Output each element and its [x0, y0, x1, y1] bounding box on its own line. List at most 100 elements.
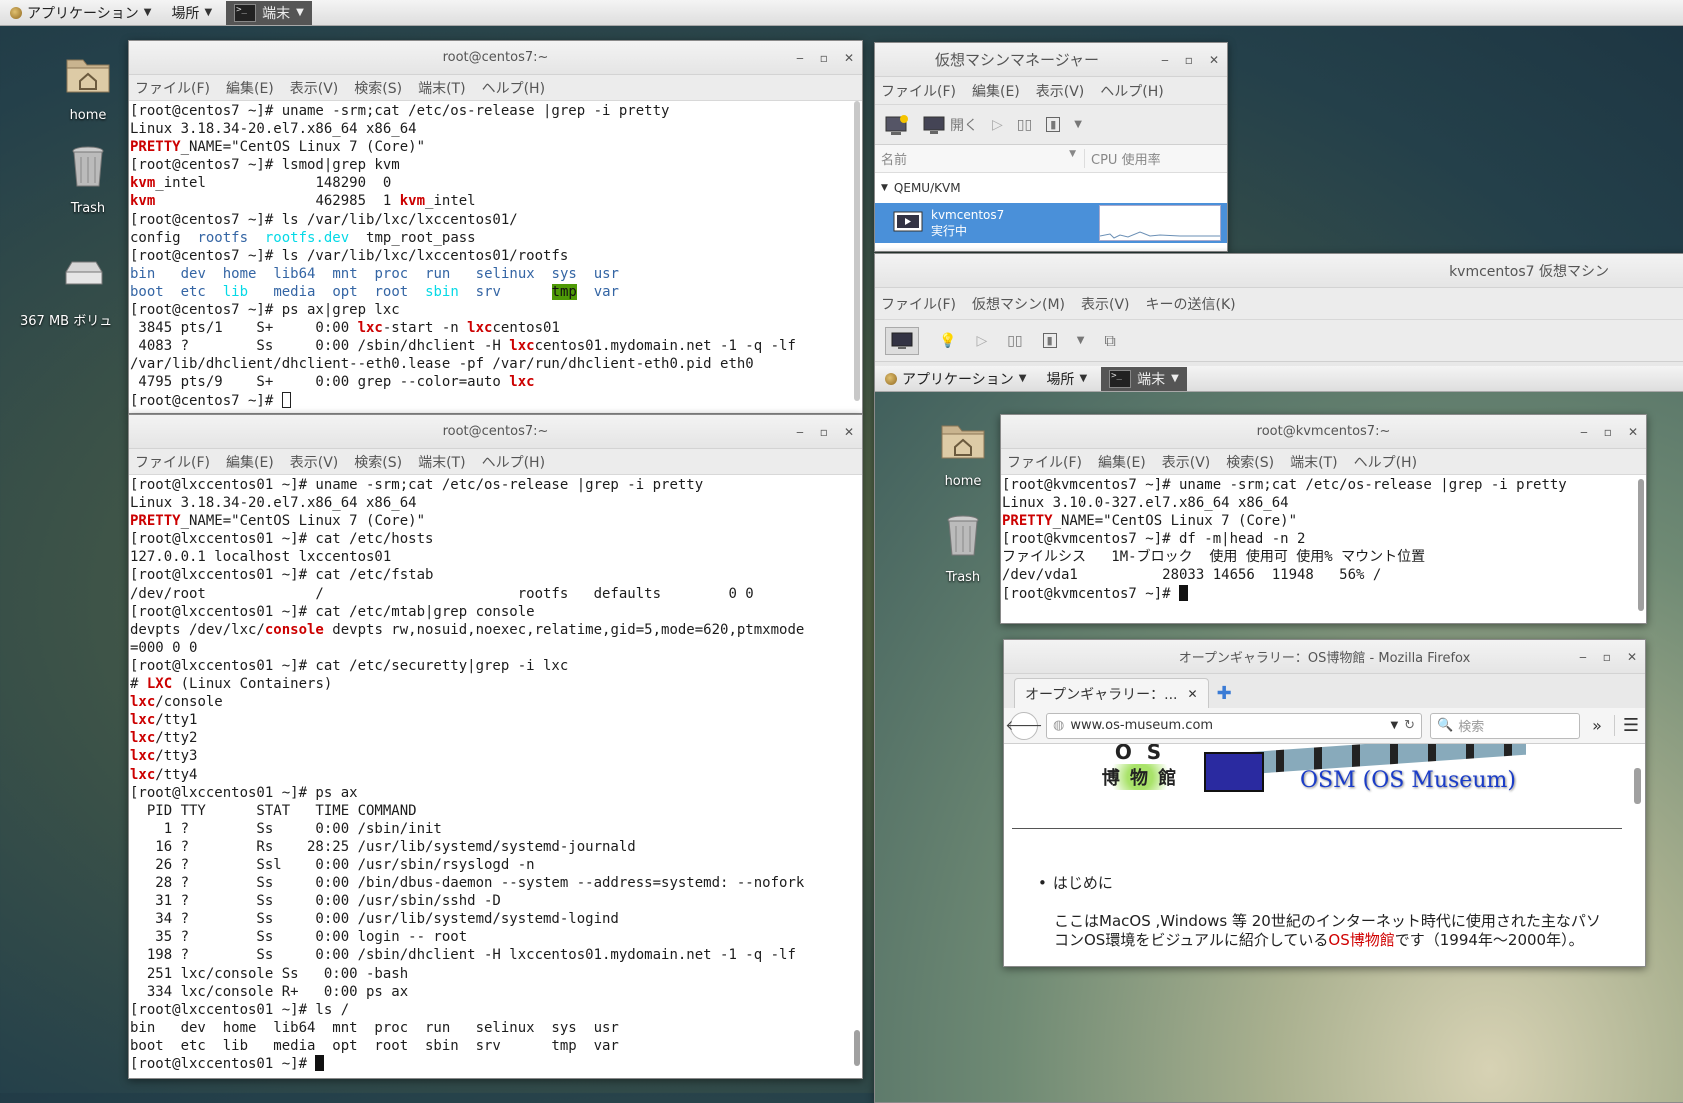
terminal-window-host[interactable]: root@centos7:~ ‒ ▫ ✕ ファイル(F) 編集(E) 表示(V) 検…: [128, 40, 863, 414]
shutdown-button[interactable]: ▮: [1046, 111, 1061, 139]
new-vm-button[interactable]: [885, 111, 909, 139]
back-button[interactable]: 🡐: [1005, 711, 1043, 740]
page-content[interactable]: O S 博 物 館 OSM (OS Museum) • はじめに ここはMacOS…: [1004, 744, 1645, 966]
run-button[interactable]: ▷: [992, 111, 1003, 139]
close-icon[interactable]: ✕: [1627, 650, 1637, 664]
maximize-icon[interactable]: ▫: [820, 425, 828, 439]
menu-sendkey[interactable]: キーの送信(K): [1146, 294, 1236, 314]
menu-edit[interactable]: 編集(E): [226, 452, 274, 472]
fullscreen-button[interactable]: ⧉: [1104, 327, 1115, 355]
titlebar[interactable]: root@centos7:~ ‒ ▫ ✕: [129, 415, 862, 449]
applications-menu[interactable]: アプリケーション ▼: [0, 0, 161, 26]
scrollbar[interactable]: [1638, 479, 1644, 611]
menu-file[interactable]: ファイル(F): [135, 452, 210, 472]
console-button[interactable]: [885, 326, 919, 355]
menu-view[interactable]: 表示(V): [290, 78, 339, 98]
reload-icon[interactable]: ↻: [1404, 718, 1415, 733]
menu-search[interactable]: 検索(S): [1226, 452, 1274, 472]
menu-edit[interactable]: 編集(E): [226, 78, 274, 98]
menu-edit[interactable]: 編集(E): [1098, 452, 1146, 472]
menu-edit[interactable]: 編集(E): [972, 81, 1020, 101]
scrollbar[interactable]: [854, 1030, 860, 1066]
titlebar[interactable]: root@centos7:~ ‒ ▫ ✕: [129, 41, 862, 75]
menu-help[interactable]: ヘルプ(H): [482, 78, 545, 98]
menu-terminal[interactable]: 端末(T): [1290, 452, 1337, 472]
minimize-icon[interactable]: ‒: [1580, 425, 1588, 439]
shutdown-dropdown[interactable]: ▼: [1077, 327, 1085, 355]
desktop-home[interactable]: home: [38, 50, 138, 123]
titlebar[interactable]: kvmcentos7 仮想マシン: [875, 254, 1683, 288]
titlebar[interactable]: オープンギャラリー：OS博物館 - Mozilla Firefox ‒ ▫ ✕: [1004, 640, 1645, 674]
details-button[interactable]: 💡: [939, 327, 956, 355]
col-cpu[interactable]: CPU 使用率: [1085, 149, 1161, 168]
maximize-icon[interactable]: ▫: [1185, 53, 1193, 67]
firefox-window[interactable]: オープンギャラリー：OS博物館 - Mozilla Firefox ‒ ▫ ✕ オー…: [1003, 639, 1646, 967]
menu-help[interactable]: ヘルプ(H): [1100, 81, 1163, 101]
guest-terminal-window[interactable]: root@kvmcentos7:~ ‒ ▫ ✕ ファイル(F) 編集(E) 表示(V…: [1000, 414, 1647, 624]
vm-row[interactable]: kvmcentos7 実行中: [875, 203, 1227, 243]
menu-terminal[interactable]: 端末(T): [418, 78, 465, 98]
menu-vm[interactable]: 仮想マシン(M): [972, 294, 1065, 314]
guest-taskbar-terminal[interactable]: >_ 端末 ▼: [1101, 366, 1187, 391]
desktop-volume[interactable]: 367 MB ボリュ: [20, 252, 128, 329]
overflow-button[interactable]: »: [1588, 716, 1606, 735]
menu-view[interactable]: 表示(V): [290, 452, 339, 472]
guest-desktop[interactable]: アプリケーション ▼ 場所 ▼ >_ 端末 ▼ home Trash root@kvmc…: [875, 366, 1683, 1102]
shutdown-button[interactable]: ▮: [1042, 327, 1057, 355]
col-name[interactable]: 名前 ▼: [875, 149, 1085, 168]
terminal-window-lxc[interactable]: root@centos7:~ ‒ ▫ ✕ ファイル(F) 編集(E) 表示(V) 検…: [128, 414, 863, 1079]
run-button[interactable]: ▷: [976, 327, 987, 355]
guest-desktop-trash[interactable]: Trash: [913, 512, 1013, 585]
hamburger-menu-icon[interactable]: ☰: [1613, 715, 1639, 736]
virt-manager-window[interactable]: 仮想マシンマネージャー ‒ ▫ ✕ ファイル(F) 編集(E) 表示(V) ヘルプ(…: [874, 42, 1228, 252]
vm-viewer-window[interactable]: kvmcentos7 仮想マシン ファイル(F) 仮想マシン(M) 表示(V) …: [874, 253, 1683, 1103]
shutdown-dropdown[interactable]: ▼: [1074, 111, 1082, 139]
url-bar[interactable]: ◍ www.os-museum.com ▼ ↻: [1046, 712, 1423, 739]
close-icon[interactable]: ✕: [1628, 425, 1638, 439]
terminal-output[interactable]: [root@lxccentos01 ~]# uname -srm;cat /et…: [129, 475, 862, 1078]
dropdown-icon[interactable]: ▼: [1390, 720, 1398, 731]
desktop-trash[interactable]: Trash: [38, 143, 138, 216]
menu-search[interactable]: 検索(S): [354, 78, 402, 98]
places-menu[interactable]: 場所 ▼: [161, 0, 222, 26]
menu-view[interactable]: 表示(V): [1162, 452, 1211, 472]
menu-search[interactable]: 検索(S): [354, 452, 402, 472]
menu-file[interactable]: ファイル(F): [1007, 452, 1082, 472]
taskbar-terminal[interactable]: >_ 端末 ▼: [226, 0, 312, 25]
menu-help[interactable]: ヘルプ(H): [1354, 452, 1417, 472]
terminal-output[interactable]: [root@kvmcentos7 ~]# uname -srm;cat /etc…: [1001, 475, 1646, 623]
close-icon[interactable]: ✕: [844, 51, 854, 65]
menu-help[interactable]: ヘルプ(H): [482, 452, 545, 472]
minimize-icon[interactable]: ‒: [1161, 53, 1169, 67]
menu-file[interactable]: ファイル(F): [881, 294, 956, 314]
maximize-icon[interactable]: ▫: [1604, 425, 1612, 439]
minimize-icon[interactable]: ‒: [1579, 650, 1587, 664]
maximize-icon[interactable]: ▫: [1603, 650, 1611, 664]
maximize-icon[interactable]: ▫: [820, 51, 828, 65]
menu-view[interactable]: 表示(V): [1081, 294, 1130, 314]
open-button[interactable]: 開く: [923, 111, 978, 139]
scrollbar[interactable]: [1634, 768, 1641, 804]
menu-view[interactable]: 表示(V): [1036, 81, 1085, 101]
menu-file[interactable]: ファイル(F): [135, 78, 210, 98]
guest-places-menu[interactable]: 場所 ▼: [1036, 366, 1097, 392]
os-museum-link[interactable]: OS博物館: [1328, 931, 1394, 949]
menu-terminal[interactable]: 端末(T): [418, 452, 465, 472]
minimize-icon[interactable]: ‒: [796, 51, 804, 65]
scrollbar[interactable]: [854, 101, 860, 401]
terminal-output[interactable]: [root@centos7 ~]# uname -srm;cat /etc/os…: [129, 101, 862, 413]
guest-applications-menu[interactable]: アプリケーション ▼: [875, 366, 1036, 392]
search-input[interactable]: 🔍 検索: [1430, 712, 1581, 739]
minimize-icon[interactable]: ‒: [796, 425, 804, 439]
new-tab-button[interactable]: ✚: [1217, 683, 1232, 704]
titlebar[interactable]: root@kvmcentos7:~ ‒ ▫ ✕: [1001, 415, 1646, 449]
vm-group[interactable]: ▼ QEMU/KVM: [875, 173, 1227, 203]
pause-button[interactable]: ▯▯: [1007, 327, 1022, 355]
pause-button[interactable]: ▯▯: [1017, 111, 1032, 139]
menu-file[interactable]: ファイル(F): [881, 81, 956, 101]
bullet-item[interactable]: • はじめに: [1038, 872, 1113, 893]
close-icon[interactable]: ✕: [1209, 53, 1219, 67]
guest-desktop-home[interactable]: home: [913, 416, 1013, 489]
browser-tab[interactable]: オープンギャラリー：... ✕: [1014, 678, 1209, 708]
tab-close-icon[interactable]: ✕: [1188, 687, 1198, 701]
